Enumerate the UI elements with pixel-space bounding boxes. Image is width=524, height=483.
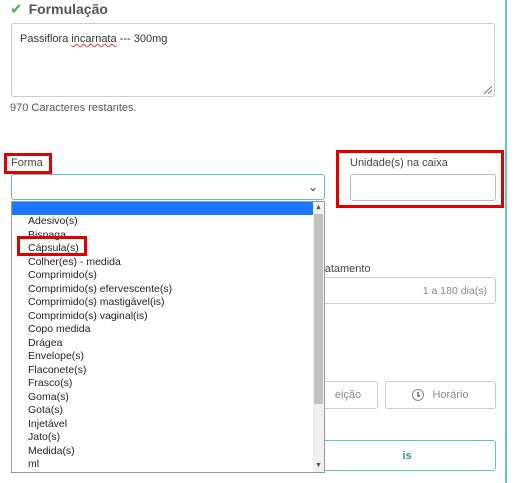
option-frasco[interactable]: Frasco(s) [28,377,172,391]
tratamento-label: tratamento [318,263,371,275]
scroll-up-icon[interactable]: ▲ [314,203,323,213]
dropdown-selected-empty-option[interactable] [12,202,313,215]
option-colher-medida[interactable]: Colher(es) - medida [28,256,172,270]
check-icon: ✔ [10,1,23,18]
unidade-input[interactable] [350,174,496,201]
forma-select[interactable]: ⌄ [11,174,325,200]
option-goma[interactable]: Goma(s) [28,391,172,405]
formula-textarea[interactable]: Passiflora incarnata --- 300mg [11,23,495,97]
option-injetavel[interactable]: Injetável [28,418,172,432]
scrollbar-thumb[interactable] [314,214,323,404]
formula-text-misspelled: incarnata [71,33,117,45]
refeicao-button[interactable]: eição [318,381,378,409]
option-adesivo[interactable]: Adesivo(s) [28,215,172,229]
forma-label: Forma [11,157,43,169]
bottom-action-button[interactable]: is [318,440,496,471]
right-edge-divider [505,0,507,483]
option-copo-medida[interactable]: Copo medida [28,323,172,337]
option-flaconete[interactable]: Flaconete(s) [28,364,172,378]
option-dragea[interactable]: Drágea [28,337,172,351]
bottom-action-label: is [402,449,412,462]
resize-handle-icon[interactable] [484,86,492,94]
option-medida[interactable]: Medida(s) [28,445,172,459]
remaining-characters: 970 Caracteres restantes. [10,102,137,114]
horario-button[interactable]: Horário [385,381,496,409]
section-header: ✔ Formulação [10,0,108,18]
clock-icon [412,389,425,401]
tratamento-input[interactable]: 1 a 180 dia(s) [318,277,496,304]
option-ml[interactable]: ml [28,458,172,472]
unidade-label: Unidade(s) na caixa [350,157,448,169]
option-jato[interactable]: Jato(s) [28,431,172,445]
chevron-down-icon[interactable]: ⌄ [308,180,318,194]
refeicao-label: eição [334,389,362,401]
tratamento-placeholder: 1 a 180 dia(s) [422,285,487,297]
formula-text-before: Passiflora [20,33,72,45]
option-comprimido-vaginal[interactable]: Comprimido(s) vaginal(is) [28,310,172,324]
section-title: Formulação [28,1,108,17]
formula-text-after: --- 300mg [116,33,168,45]
option-gota[interactable]: Gota(s) [28,404,172,418]
scroll-down-icon[interactable]: ▼ [314,461,323,471]
option-comprimido[interactable]: Comprimido(s) [28,269,172,283]
option-comprimido-efervescente[interactable]: Comprimido(s) efervescente(s) [28,283,172,297]
horario-label: Horário [432,389,469,401]
dropdown-scrollbar[interactable]: ▲ ▼ [313,202,324,472]
option-comprimido-mastigavel[interactable]: Comprimido(s) mastigável(is) [28,296,172,310]
capsula-highlight-box [17,236,87,256]
option-envelope[interactable]: Envelope(s) [28,350,172,364]
